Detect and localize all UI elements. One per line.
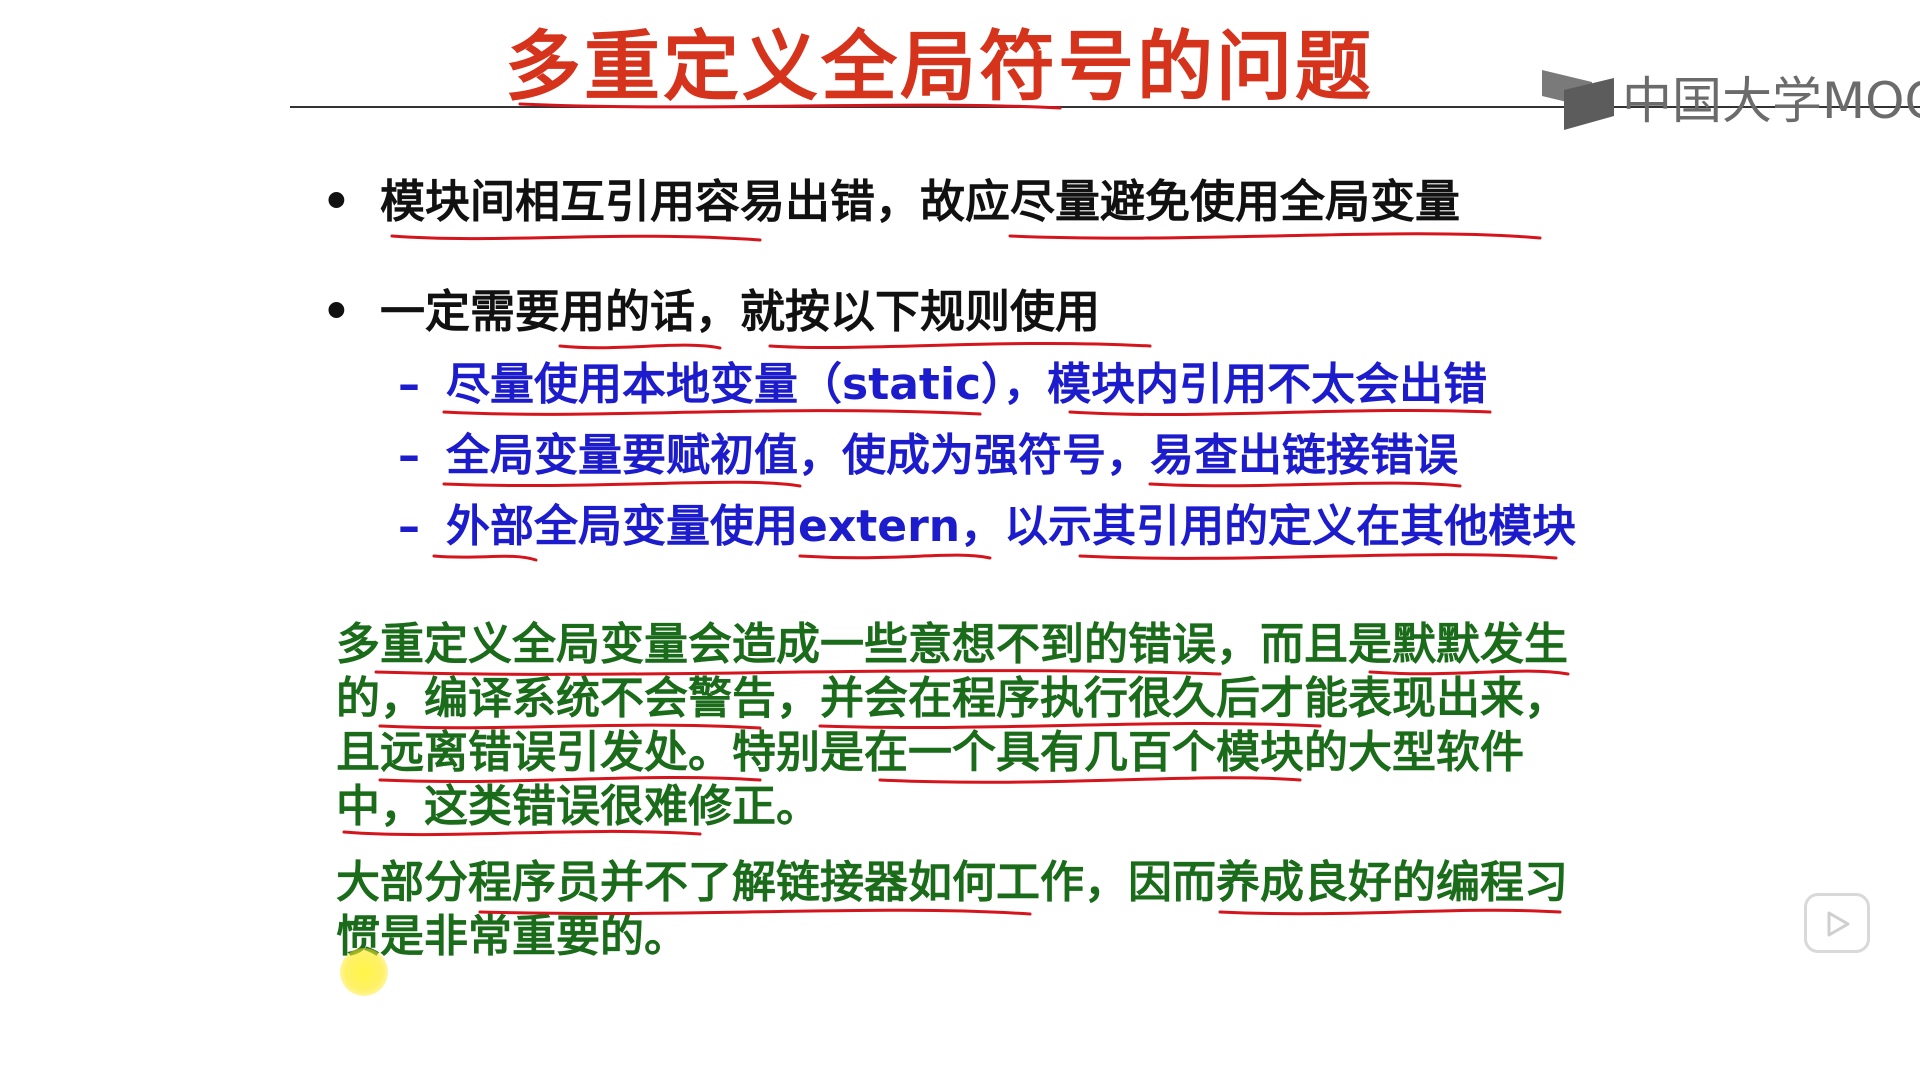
slide-title: 多重定义全局符号的问题 (505, 22, 1374, 111)
annotation-underline (390, 234, 762, 242)
sub-bullet-text: 尽量使用本地变量（static），模块内引用不太会出错 (446, 359, 1488, 410)
lecture-slide: 多重定义全局符号的问题 中国大学MOOC • 模块间相互引用容易出错，故应尽量避免… (0, 0, 1920, 1080)
bullet-text: 一定需要用的话，就按以下规则使用 (380, 285, 1101, 338)
sub-bullet-marker: – (398, 430, 420, 481)
sub-bullet-item: – 全局变量要赋初值，使成为强符号，易查出链接错误 (398, 427, 1458, 485)
annotation-underline (1008, 232, 1542, 240)
mooc-logo: 中国大学MOOC (1538, 68, 1920, 134)
bullet-text: 模块间相互引用容易出错，故应尽量避免使用全局变量 (380, 175, 1461, 228)
bullet-item: • 一定需要用的话，就按以下规则使用 (322, 282, 1100, 342)
bullet-marker: • (322, 285, 351, 338)
logo-text: 中国大学MOOC (1622, 72, 1920, 130)
sub-bullet-text: 外部全局变量使用extern，以示其引用的定义在其他模块 (446, 501, 1577, 552)
pointer-highlight (340, 948, 388, 996)
sub-bullet-marker: – (398, 359, 420, 410)
paragraph: 多重定义全局变量会造成一些意想不到的错误，而且是默默发生的，编译系统不会警告，并… (336, 619, 1568, 832)
annotation-underline (558, 343, 722, 350)
sub-bullet-marker: – (398, 501, 420, 552)
bullet-marker: • (322, 175, 351, 228)
annotation-underline (768, 341, 1152, 350)
play-button[interactable] (1804, 893, 1870, 953)
bullet-item: • 模块间相互引用容易出错，故应尽量避免使用全局变量 (322, 172, 1460, 232)
sub-bullet-item: – 尽量使用本地变量（static），模块内引用不太会出错 (398, 356, 1487, 414)
sub-bullet-text: 全局变量要赋初值，使成为强符号，易查出链接错误 (446, 430, 1458, 481)
annotation-underline (432, 554, 538, 562)
sub-bullet-item: – 外部全局变量使用extern，以示其引用的定义在其他模块 (398, 498, 1576, 556)
mooc-logo-icon (1542, 70, 1614, 130)
paragraph: 大部分程序员并不了解链接器如何工作，因而养成良好的编程习惯是非常重要的。 (336, 857, 1568, 962)
play-icon (1827, 911, 1850, 937)
